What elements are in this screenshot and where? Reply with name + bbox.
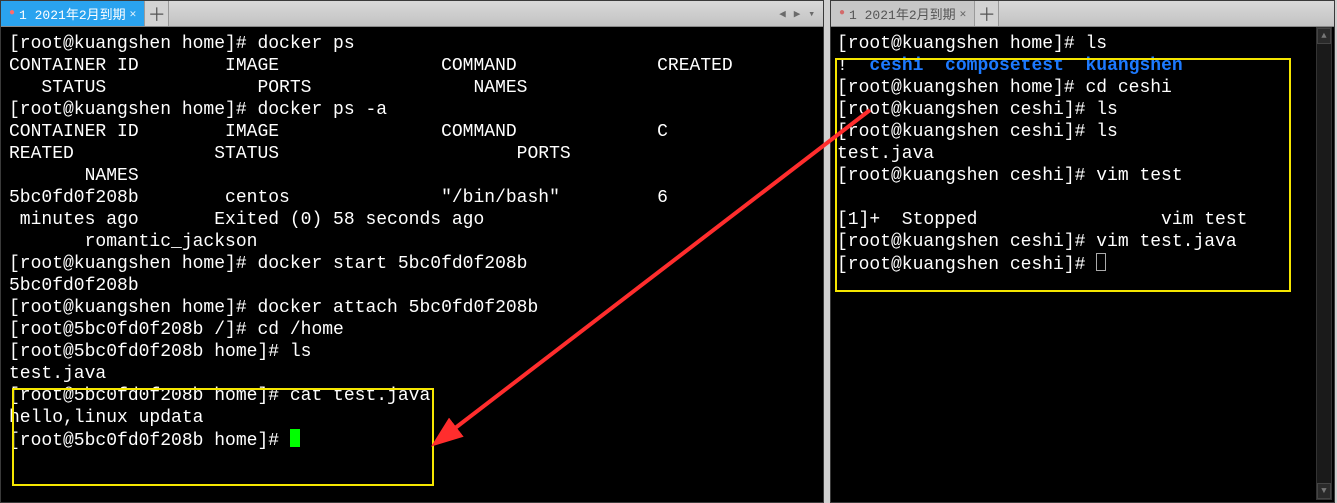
tab-nav-left: ◀ ▶ ▾ (771, 1, 823, 26)
tab-modified-dot-icon: ● (839, 8, 845, 19)
tab-modified-dot-icon: ● (9, 8, 15, 19)
term-line (837, 188, 848, 208)
left-terminal[interactable]: [root@kuangshen home]# docker ps CONTAIN… (1, 27, 823, 502)
scroll-down-icon[interactable]: ▼ (1317, 483, 1331, 499)
scroll-up-icon[interactable]: ▲ (1317, 28, 1331, 44)
right-tabbar: ● 1 2021年2月到期 ✕ ＋ (831, 1, 1334, 27)
term-line: CONTAINER ID IMAGE COMMAND CREATED (9, 56, 733, 76)
term-line: [root@kuangshen home]# docker attach 5bc… (9, 298, 538, 318)
term-line: [root@kuangshen ceshi]# vim test.java (837, 232, 1237, 252)
term-line: [1]+ Stopped vim test (837, 210, 1247, 230)
term-line: [root@kuangshen ceshi]# ls (837, 122, 1118, 142)
tab-add-button[interactable]: ＋ (975, 1, 999, 26)
left-tabbar: ● 1 2021年2月到期 ✕ ＋ ◀ ▶ ▾ (1, 1, 823, 27)
tab-add-button[interactable]: ＋ (145, 1, 169, 26)
term-line: CONTAINER ID IMAGE COMMAND C (9, 122, 668, 142)
term-line: 5bc0fd0f208b centos "/bin/bash" 6 (9, 188, 668, 208)
dir-ceshi: ceshi (869, 56, 923, 76)
tab-left-1[interactable]: ● 1 2021年2月到期 ✕ (1, 1, 145, 26)
term-line: ! (837, 56, 848, 76)
term-line: [root@kuangshen home]# docker start 5bc0… (9, 254, 527, 274)
right-terminal[interactable]: [root@kuangshen home]# ls ! ceshi compos… (831, 27, 1334, 502)
tab-close-icon[interactable]: ✕ (130, 7, 137, 21)
term-line: hello,linux updata (9, 408, 203, 428)
right-scrollbar[interactable]: ▲ ▼ (1316, 27, 1332, 500)
term-line: [root@5bc0fd0f208b home]# cat test.java (9, 386, 430, 406)
workspace: ● 1 2021年2月到期 ✕ ＋ ◀ ▶ ▾ [root@kuangshen … (0, 0, 1337, 503)
term-line: 5bc0fd0f208b (9, 276, 139, 296)
term-line: REATED STATUS PORTS (9, 144, 571, 164)
right-pane: ● 1 2021年2月到期 ✕ ＋ [root@kuangshen home]#… (830, 0, 1335, 503)
term-line: test.java (837, 144, 934, 164)
tab-left-1-label: 1 2021年2月到期 (19, 4, 126, 23)
term-line: STATUS PORTS NAMES (9, 78, 527, 98)
tab-next-icon[interactable]: ▶ (794, 7, 801, 21)
cursor-outline-icon (1096, 253, 1106, 271)
tab-menu-icon[interactable]: ▾ (808, 7, 815, 21)
term-line: [root@5bc0fd0f208b /]# cd /home (9, 320, 344, 340)
term-line: [root@kuangshen ceshi]# ls (837, 100, 1118, 120)
term-line: [root@kuangshen home]# docker ps -a (9, 100, 387, 120)
dir-kuangshen: kuangshen (1085, 56, 1182, 76)
term-line: [root@kuangshen ceshi]# (837, 255, 1096, 275)
term-line: [root@kuangshen ceshi]# vim test (837, 166, 1183, 186)
tab-right-1-label: 1 2021年2月到期 (849, 4, 956, 23)
tab-prev-icon[interactable]: ◀ (779, 7, 786, 21)
term-line: [root@5bc0fd0f208b home]# (9, 431, 290, 451)
term-line: NAMES (9, 166, 139, 186)
term-line: [root@kuangshen home]# cd ceshi (837, 78, 1172, 98)
tab-right-1[interactable]: ● 1 2021年2月到期 ✕ (831, 1, 975, 26)
left-pane: ● 1 2021年2月到期 ✕ ＋ ◀ ▶ ▾ [root@kuangshen … (0, 0, 824, 503)
dir-composetest: composetest (945, 56, 1064, 76)
cursor-icon (290, 429, 300, 447)
term-line: [root@kuangshen home]# ls (837, 34, 1107, 54)
term-line: [root@5bc0fd0f208b home]# ls (9, 342, 311, 362)
term-line: [root@kuangshen home]# docker ps (9, 34, 355, 54)
term-line: test.java (9, 364, 106, 384)
term-line: minutes ago Exited (0) 58 seconds ago (9, 210, 484, 230)
term-line: romantic_jackson (9, 232, 257, 252)
tab-close-icon[interactable]: ✕ (960, 7, 967, 21)
